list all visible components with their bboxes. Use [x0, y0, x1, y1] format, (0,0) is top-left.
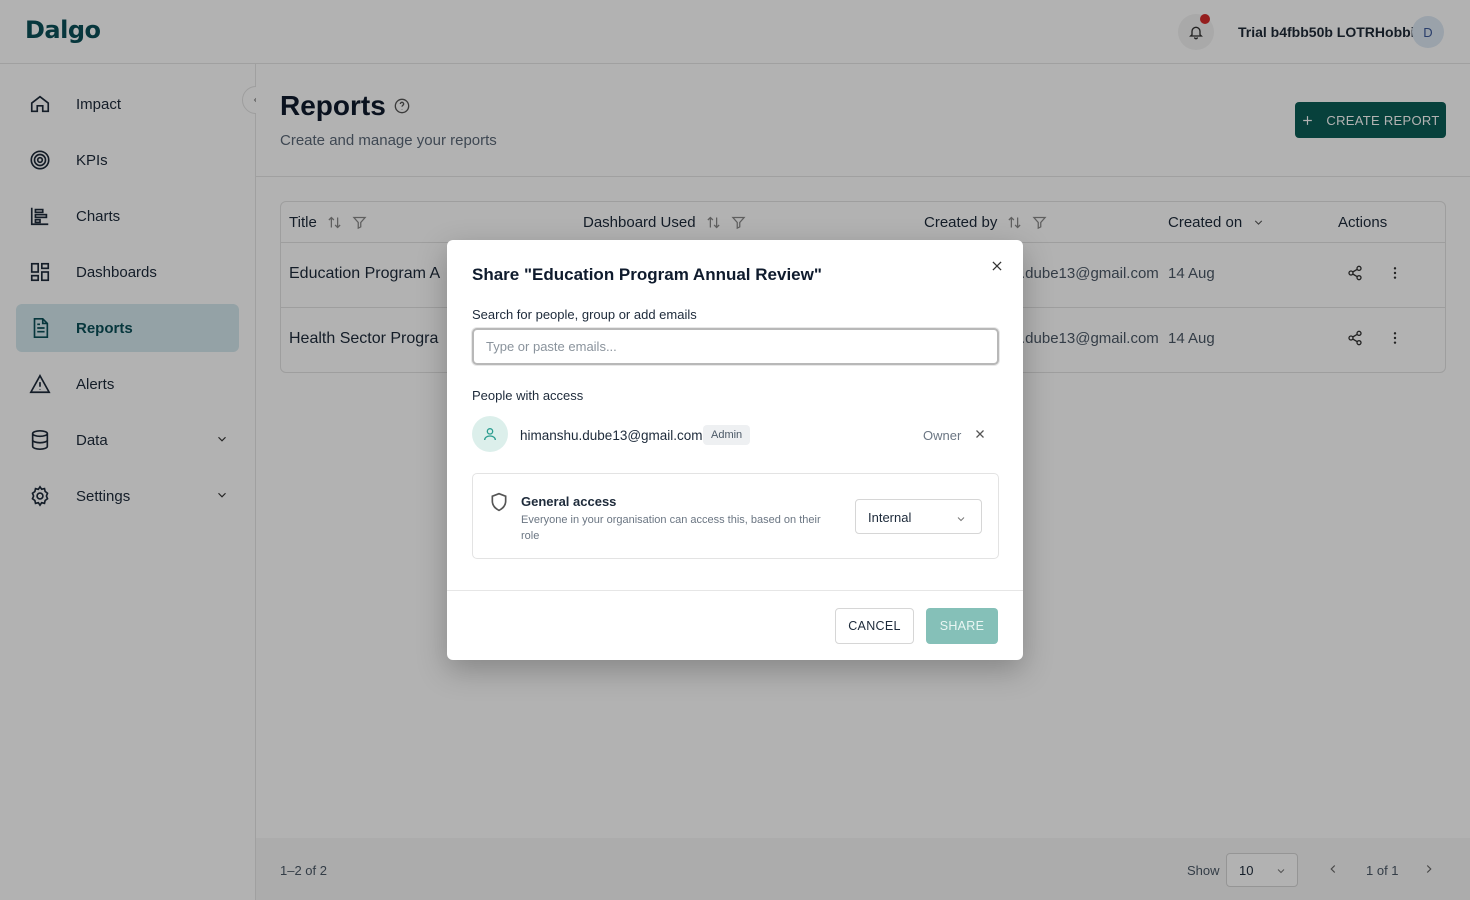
dialog-title: Share "Education Program Annual Review" — [472, 265, 822, 284]
admin-badge: Admin — [703, 425, 751, 445]
shield-icon — [489, 492, 509, 517]
general-access-value: Internal — [868, 510, 912, 525]
dialog-divider — [447, 590, 1023, 591]
general-access-panel: General access Everyone in your organisa… — [472, 473, 999, 559]
chevron-down-icon — [955, 513, 967, 528]
share-button[interactable]: SHARE — [926, 608, 998, 644]
cancel-button[interactable]: CANCEL — [835, 608, 914, 644]
share-dialog: Share "Education Program Annual Review" … — [447, 240, 1023, 660]
general-access-title: General access — [521, 494, 617, 509]
general-access-description: Everyone in your organisation can access… — [521, 514, 821, 542]
person-role: Owner — [923, 428, 962, 443]
close-button[interactable] — [987, 256, 1007, 276]
people-with-access-label: People with access — [472, 388, 584, 403]
close-icon — [976, 430, 984, 438]
general-access-select[interactable]: Internal — [855, 499, 982, 534]
person-email: himanshu.dube13@gmail.com — [520, 428, 703, 443]
access-list-item: himanshu.dube13@gmail.com Admin Owner — [472, 416, 999, 454]
search-label: Search for people, group or add emails — [472, 307, 697, 322]
email-search-input[interactable] — [472, 328, 999, 365]
remove-access-button[interactable] — [972, 426, 988, 442]
person-icon — [472, 416, 508, 452]
close-icon — [992, 261, 1002, 271]
